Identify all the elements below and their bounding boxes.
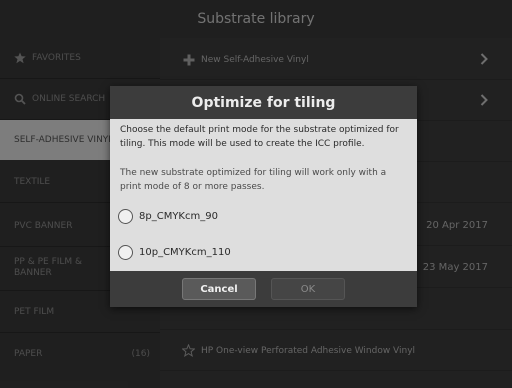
dialog-description: Choose the default print mode for the su…: [120, 125, 399, 149]
cancel-button[interactable]: Cancel: [182, 278, 256, 300]
radio-option-10p[interactable]: 10p_CMYKcm_110: [118, 245, 231, 260]
dialog-note: The new substrate optimized for tiling w…: [120, 168, 387, 192]
radio-button[interactable]: [118, 209, 133, 224]
optimize-tiling-dialog: Optimize for tiling Choose the default p…: [110, 86, 417, 307]
radio-label: 10p_CMYKcm_110: [139, 247, 231, 258]
radio-button[interactable]: [118, 245, 133, 260]
dialog-title: Optimize for tiling: [110, 86, 417, 119]
radio-option-8p[interactable]: 8p_CMYKcm_90: [118, 209, 218, 224]
dialog-footer: Cancel OK: [110, 271, 417, 307]
radio-label: 8p_CMYKcm_90: [139, 211, 218, 222]
dialog-title-text: Optimize for tiling: [191, 94, 336, 111]
app-window: Substrate library FAVORITES ONLINE SEARC…: [0, 0, 512, 388]
ok-button[interactable]: OK: [271, 278, 345, 300]
